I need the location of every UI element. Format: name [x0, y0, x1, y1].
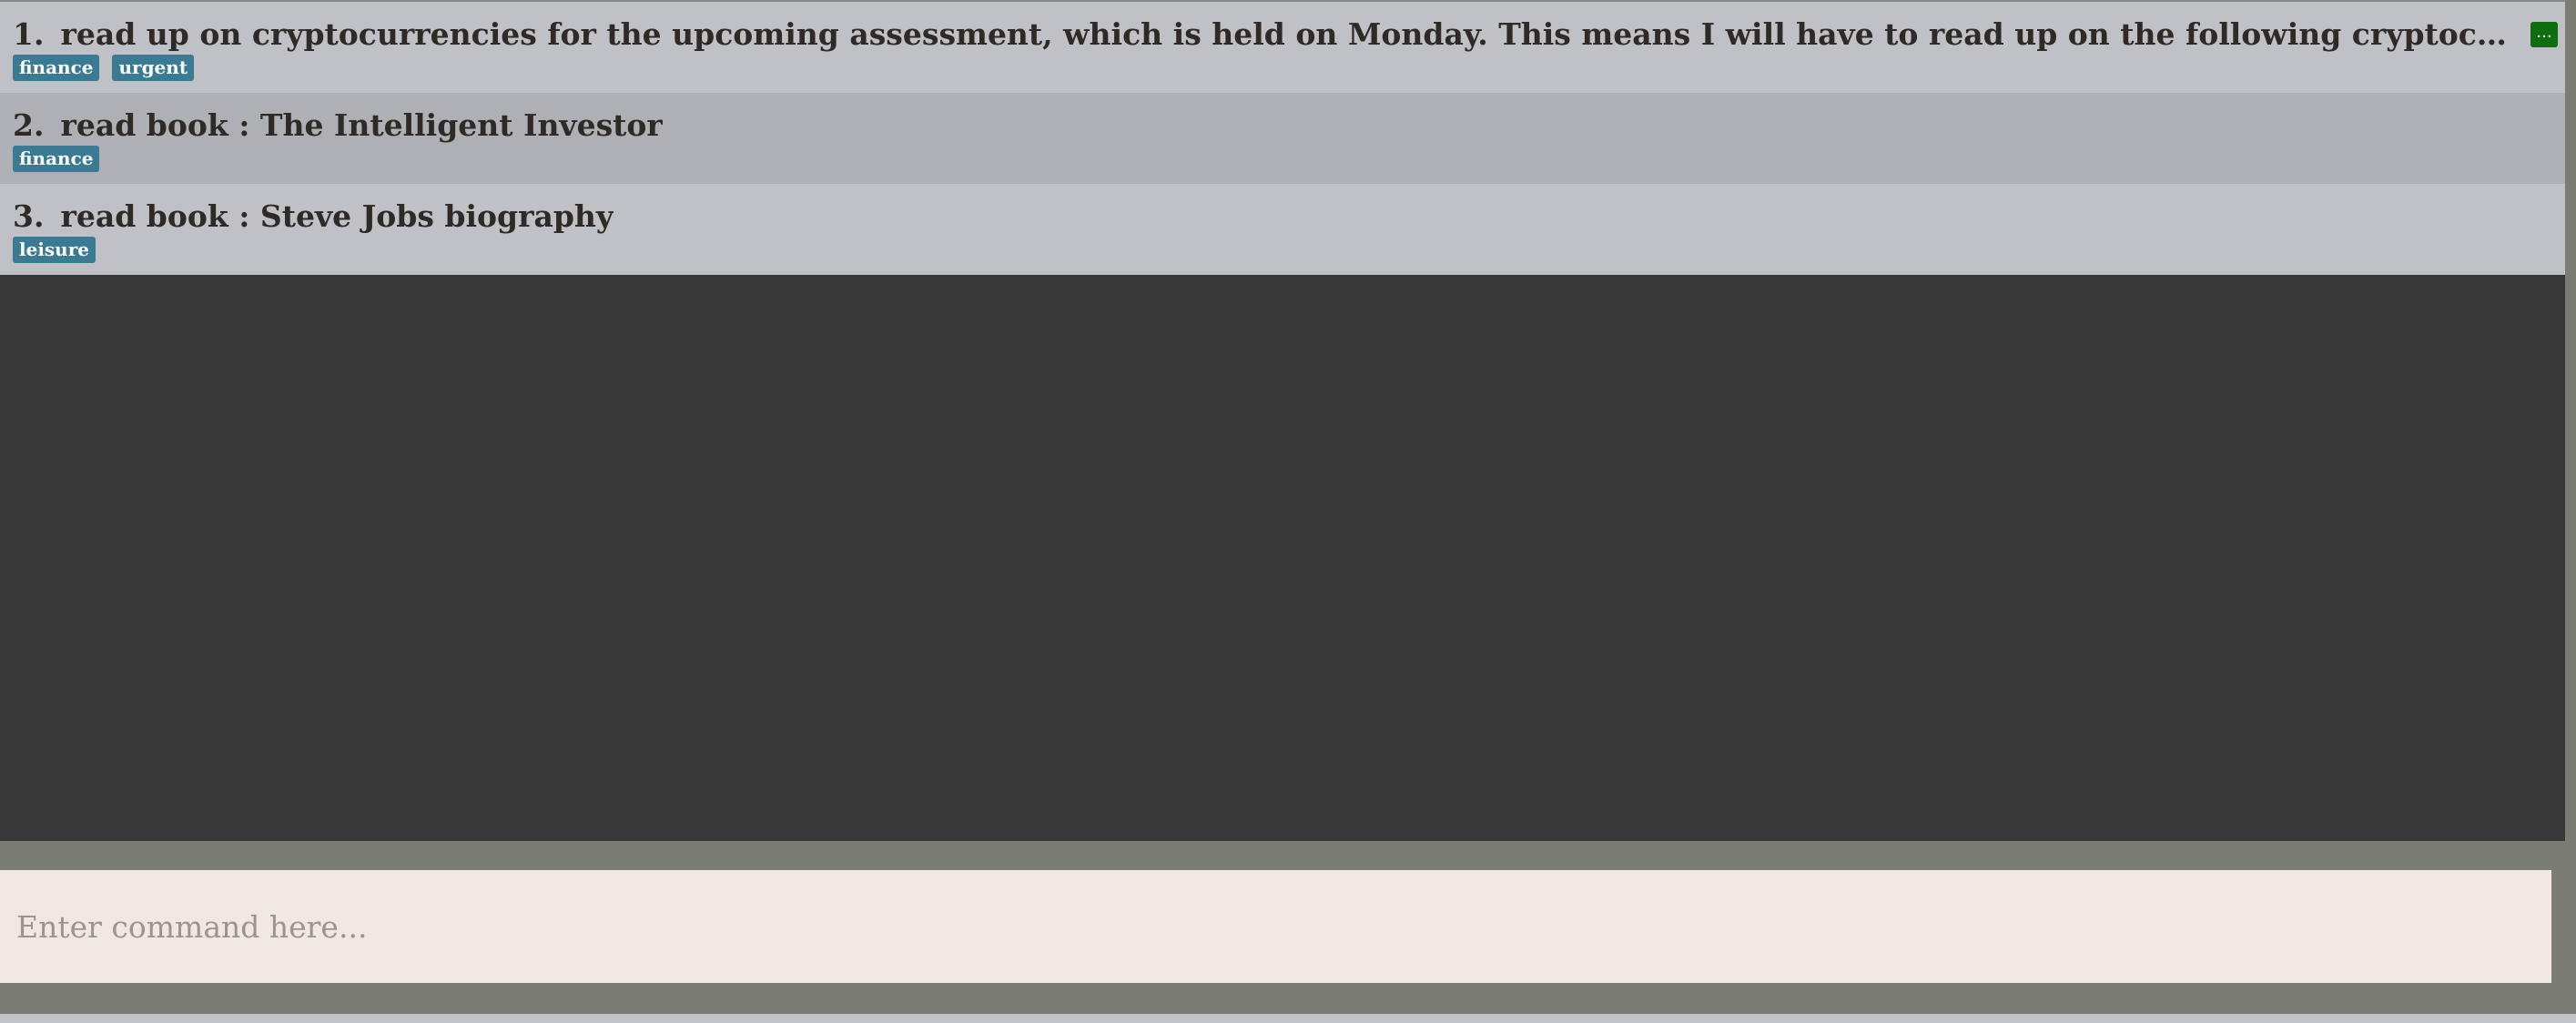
tag-list: finance urgent	[13, 55, 2565, 81]
task-text: read book : The Intelligent Investor	[60, 107, 663, 143]
task-text: read up on cryptocurrencies for the upco…	[60, 16, 2507, 52]
tag-finance: finance	[13, 55, 100, 81]
task-list: 1. read up on cryptocurrencies for the u…	[0, 0, 2565, 841]
task-title: 2. read book : The Intelligent Investor	[13, 107, 2507, 144]
expand-more-button[interactable]: ...	[2530, 22, 2558, 47]
command-input[interactable]	[15, 907, 2537, 946]
command-box	[0, 870, 2551, 983]
app-window: 1. read up on cryptocurrencies for the u…	[0, 0, 2576, 1023]
task-item-1[interactable]: 1. read up on cryptocurrencies for the u…	[0, 2, 2565, 93]
tag-leisure: leisure	[13, 237, 96, 263]
task-item-2[interactable]: 2. read book : The Intelligent Investor …	[0, 93, 2565, 184]
task-item-3[interactable]: 3. read book : Steve Jobs biography leis…	[0, 184, 2565, 275]
tag-list: leisure	[13, 237, 2565, 263]
task-index: 3.	[13, 198, 45, 234]
tag-urgent: urgent	[112, 55, 195, 81]
status-bar	[0, 1014, 2576, 1023]
task-title: 1. read up on cryptocurrencies for the u…	[13, 16, 2507, 53]
task-index: 2.	[13, 107, 45, 143]
task-index: 1.	[13, 16, 45, 52]
task-title: 3. read book : Steve Jobs biography	[13, 198, 2507, 235]
task-text: read book : Steve Jobs biography	[60, 198, 614, 234]
tag-finance: finance	[13, 146, 100, 172]
tag-list: finance	[13, 146, 2565, 172]
